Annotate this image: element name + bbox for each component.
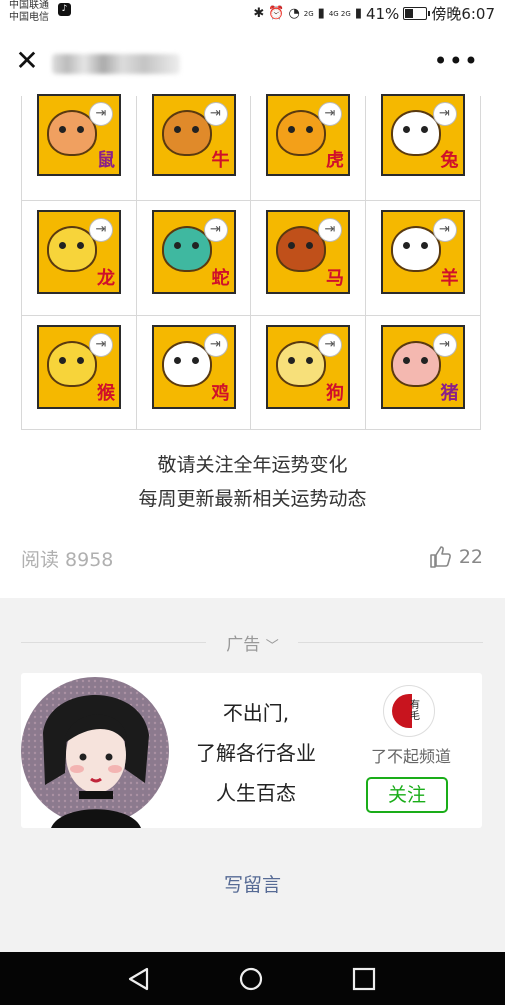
ad-text-line-2: 了解各行各业	[196, 741, 316, 765]
status-bar: 中国联通 中国电信 ♪ ✱ ⏰ ◔ 2G ▮ 4G 2G ▮ 41% 傍晚6:0…	[0, 0, 505, 26]
exit-icon: ⇥	[318, 102, 342, 126]
bluetooth-icon: ✱	[253, 6, 265, 21]
back-triangle-icon[interactable]	[126, 966, 152, 992]
signal-label-1: 2G	[303, 9, 314, 18]
close-icon[interactable]: ✕	[12, 46, 42, 76]
exit-icon: ⇥	[318, 333, 342, 357]
exit-icon: ⇥	[432, 333, 457, 357]
thumbs-up-icon	[430, 546, 451, 568]
chevron-down-icon: ﹀	[265, 639, 279, 654]
exit-icon: ⇥	[89, 218, 113, 242]
signal-label-2: 4G 2G	[328, 9, 351, 18]
zodiac-label: 兔	[440, 150, 459, 171]
zodiac-label: 猴	[97, 383, 115, 404]
status-icons: ✱ ⏰ ◔ 2G ▮ 4G 2G ▮ 41% 傍晚6:07	[253, 3, 495, 24]
zodiac-cell-horse[interactable]: ⇥ 马	[251, 201, 366, 316]
read-count: 阅读 8958	[21, 549, 114, 571]
zodiac-cell-goat[interactable]: ⇥ 羊	[365, 201, 480, 316]
like-button[interactable]: 22	[429, 545, 483, 569]
ad-text-line-3: 人生百态	[216, 781, 296, 805]
exit-icon: ⇥	[203, 333, 228, 357]
zodiac-tile: ⇥ 龙	[37, 210, 121, 294]
ad-label[interactable]: 广告 ﹀	[0, 630, 505, 655]
zodiac-cell-rat[interactable]: ⇥ 鼠	[22, 94, 137, 201]
carrier-2: 中国电信	[9, 12, 49, 23]
zodiac-cell-dragon[interactable]: ⇥ 龙	[22, 201, 137, 316]
tiktok-notification-icon: ♪	[58, 3, 71, 16]
ad-text-line-1: 不出门,	[222, 701, 290, 725]
system-nav-bar	[0, 952, 505, 1005]
wifi-icon: ◔	[288, 6, 300, 21]
home-circle-icon[interactable]	[238, 966, 264, 992]
exit-icon: ⇥	[432, 102, 457, 126]
like-count: 22	[458, 546, 483, 568]
caption-line-1: 敬请关注全年运势变化	[157, 454, 348, 476]
zodiac-label: 蛇	[211, 268, 230, 289]
brand-logo	[383, 685, 435, 737]
zodiac-tile: ⇥ 牛	[151, 94, 236, 176]
zodiac-cell-snake[interactable]: ⇥ 蛇	[136, 201, 251, 316]
exit-icon: ⇥	[89, 333, 113, 357]
zodiac-cell-pig[interactable]: ⇥ 猪	[366, 316, 481, 430]
zodiac-tile: ⇥ 鼠	[37, 94, 121, 176]
carrier-info: 中国联通 中国电信	[9, 0, 49, 24]
zodiac-tile: ⇥ 狗	[266, 325, 350, 409]
alarm-icon: ⏰	[268, 6, 285, 21]
exit-icon: ⇥	[203, 102, 228, 126]
blurred-account-title	[52, 54, 180, 74]
zodiac-label: 马	[326, 268, 344, 289]
zodiac-grid: ⇥ 鼠 ⇥ 牛 ⇥ 虎 ⇥ 兔 ⇥ 龙 ⇥ 蛇 ⇥ 马 ⇥ 羊 ⇥ 猴 ⇥ 鸡 ⇥ 狗 ⇥ 猪	[21, 94, 481, 430]
nav-bar: ✕ •••	[0, 26, 505, 96]
recent-square-icon[interactable]	[351, 966, 377, 992]
signal-icon-2: ▮	[354, 6, 362, 21]
zodiac-cell-ox[interactable]: ⇥ 牛	[136, 94, 251, 201]
exit-icon: ⇥	[432, 218, 457, 242]
ad-avatar-illustration	[21, 677, 169, 828]
zodiac-label: 鸡	[211, 383, 230, 404]
zodiac-label: 狗	[326, 383, 344, 404]
zodiac-tile: ⇥ 蛇	[151, 210, 236, 294]
battery-percent: 41%	[365, 4, 400, 23]
zodiac-cell-rooster[interactable]: ⇥ 鸡	[137, 316, 251, 430]
zodiac-tile: ⇥ 猴	[37, 325, 121, 409]
zodiac-cell-tiger[interactable]: ⇥ 虎	[251, 94, 366, 201]
zodiac-label: 虎	[326, 150, 344, 171]
brand-name: 了不起频道	[370, 747, 451, 766]
follow-button[interactable]: 关注	[366, 777, 448, 813]
zodiac-tile: ⇥ 虎	[266, 94, 350, 176]
write-comment-link[interactable]: 写留言	[0, 870, 505, 897]
signal-icon: ▮	[317, 6, 325, 21]
zodiac-label: 猪	[440, 383, 459, 404]
zodiac-label: 鼠	[97, 150, 115, 171]
ad-label-text: 广告	[226, 635, 261, 655]
ad-card[interactable]: 不出门, 了解各行各业 人生百态 了不起频道 关注	[21, 673, 482, 828]
exit-icon: ⇥	[203, 218, 228, 242]
zodiac-cell-monkey[interactable]: ⇥ 猴	[22, 316, 137, 430]
clock-time: 傍晚6:07	[431, 5, 495, 23]
exit-icon: ⇥	[89, 102, 113, 126]
zodiac-tile: ⇥ 鸡	[151, 325, 236, 409]
zodiac-tile: ⇥ 马	[266, 210, 350, 294]
zodiac-tile: ⇥ 兔	[380, 94, 465, 176]
more-options-icon[interactable]: •••	[434, 48, 479, 74]
caption-line-2: 每周更新最新相关运势动态	[138, 488, 367, 510]
article-stats: 阅读 8958 22	[21, 545, 483, 573]
zodiac-label: 牛	[211, 150, 230, 171]
battery-icon	[403, 7, 431, 20]
zodiac-tile: ⇥ 猪	[380, 325, 465, 409]
carrier-1: 中国联通	[9, 0, 49, 11]
zodiac-label: 羊	[440, 268, 459, 289]
zodiac-tile: ⇥ 羊	[380, 210, 465, 294]
exit-icon: ⇥	[318, 218, 342, 242]
zodiac-label: 龙	[97, 268, 115, 289]
zodiac-cell-rabbit[interactable]: ⇥ 兔	[365, 94, 480, 201]
zodiac-cell-dog[interactable]: ⇥ 狗	[251, 316, 366, 430]
